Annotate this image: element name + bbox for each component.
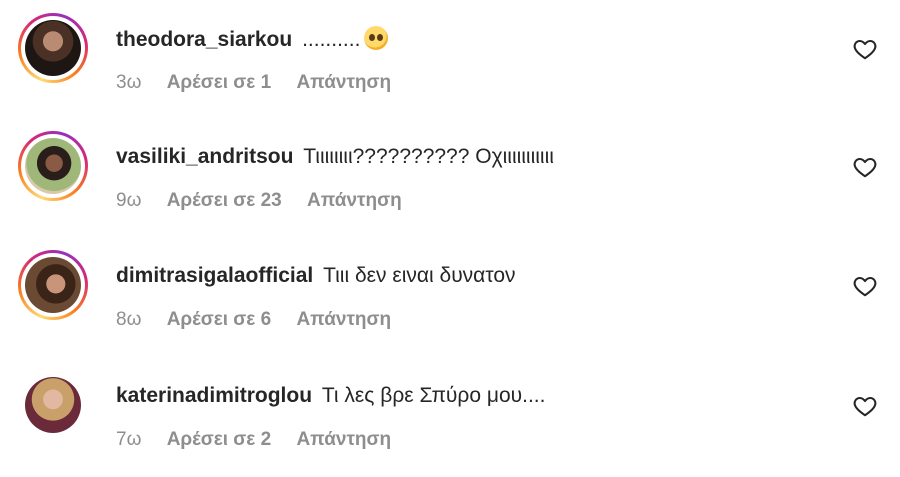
comment-text: Τιιι δεν ειναι δυνατον: [323, 264, 516, 287]
avatar: [25, 257, 81, 313]
reply-button[interactable]: Απάντηση: [296, 429, 391, 450]
comment-item: katerinadimitroglou Τι λες βρε Σπύρο μου…: [0, 357, 900, 477]
likes-count-button[interactable]: Αρέσει σε 23: [167, 190, 282, 211]
likes-count-button[interactable]: Αρέσει σε 1: [167, 72, 271, 93]
avatar-wrapper[interactable]: [18, 370, 88, 440]
avatar-story-ring[interactable]: [18, 13, 88, 83]
comment-item: theodora_siarkou .......... 3ω Αρέσει σε…: [0, 0, 900, 120]
comment-text: Τιιιιιιιι?????????? Οχιιιιιιιιιιι: [303, 145, 554, 168]
avatar: [25, 138, 81, 194]
comment-time[interactable]: 8ω: [116, 309, 141, 330]
avatar-story-ring[interactable]: [18, 131, 88, 201]
comment-item: vasiliki_andritsou Τιιιιιιιι?????????? Ο…: [0, 118, 900, 238]
reply-button[interactable]: Απάντηση: [307, 190, 402, 211]
comment-text: Τι λες βρε Σπύρο μου....: [321, 384, 546, 407]
comment-item: dimitrasigalaofficial Τιιι δεν ειναι δυν…: [0, 237, 900, 357]
comment-text: ..........: [302, 28, 361, 51]
reply-button[interactable]: Απάντηση: [296, 72, 391, 93]
comment-username[interactable]: vasiliki_andritsou: [116, 145, 293, 168]
avatar: [25, 377, 81, 433]
avatar: [25, 20, 81, 76]
reply-button[interactable]: Απάντηση: [296, 309, 391, 330]
likes-count-button[interactable]: Αρέσει σε 6: [167, 309, 271, 330]
heart-outline-icon[interactable]: [852, 36, 878, 62]
avatar-story-ring[interactable]: [18, 250, 88, 320]
comment-username[interactable]: katerinadimitroglou: [116, 384, 312, 407]
heart-outline-icon[interactable]: [852, 273, 878, 299]
likes-count-button[interactable]: Αρέσει σε 2: [167, 429, 271, 450]
crying-face-emoji-icon: [364, 26, 389, 50]
comment-time[interactable]: 7ω: [116, 429, 141, 450]
heart-outline-icon[interactable]: [852, 154, 878, 180]
heart-outline-icon[interactable]: [852, 393, 878, 419]
comment-time[interactable]: 3ω: [116, 72, 141, 93]
comment-username[interactable]: dimitrasigalaofficial: [116, 264, 313, 287]
comment-username[interactable]: theodora_siarkou: [116, 28, 292, 51]
comment-time[interactable]: 9ω: [116, 190, 141, 211]
